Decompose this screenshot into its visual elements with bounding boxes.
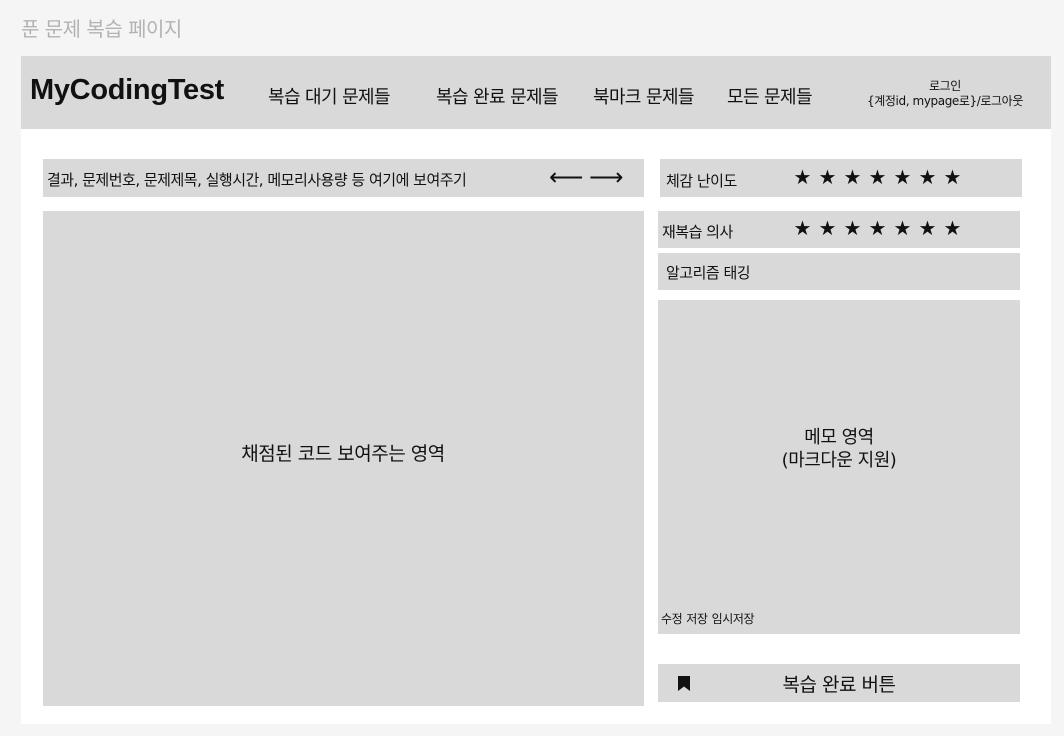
review-complete-button[interactable]: 복습 완료 버튼 xyxy=(658,664,1020,702)
review-complete-label: 복습 완료 버튼 xyxy=(782,674,896,696)
logo[interactable]: MyCodingTest xyxy=(30,74,224,107)
star-icon[interactable]: ★ xyxy=(940,165,965,189)
nav-review-complete[interactable]: 복습 완료 문제들 xyxy=(436,83,559,109)
memo-temp-save-button[interactable]: 임시저장 xyxy=(712,610,755,627)
code-area: 채점된 코드 보여주는 영역 xyxy=(43,211,644,706)
memo-title: 메모 영역 (마크다운 지원) xyxy=(658,426,1020,472)
account-link[interactable]: {계정id, mypage로}/로그아웃 xyxy=(855,94,1035,109)
difficulty-label: 체감 난이도 xyxy=(666,172,737,190)
star-icon[interactable]: ★ xyxy=(790,216,815,240)
login-block: 로그인 {계정id, mypage로}/로그아웃 xyxy=(855,79,1035,109)
memo-title-line2: (마크다운 지원) xyxy=(781,450,897,471)
memo-actions: 수정 저장 임시저장 xyxy=(661,610,755,627)
memo-title-line1: 메모 영역 xyxy=(804,427,874,448)
star-icon[interactable]: ★ xyxy=(840,216,865,240)
star-icon[interactable]: ★ xyxy=(790,165,815,189)
star-icon[interactable]: ★ xyxy=(940,216,965,240)
prev-arrow-icon[interactable]: ⟵ xyxy=(549,163,583,191)
info-bar: 결과, 문제번호, 문제제목, 실행시간, 메모리사용량 등 여기에 보여주기 … xyxy=(43,159,644,197)
difficulty-row: 체감 난이도 ★ ★ ★ ★ ★ ★ ★ xyxy=(660,159,1022,197)
star-icon[interactable]: ★ xyxy=(890,165,915,189)
re-review-label: 재복습 의사 xyxy=(662,223,733,241)
re-review-row: 재복습 의사 ★ ★ ★ ★ ★ ★ ★ xyxy=(658,211,1020,248)
algorithm-tag-row[interactable]: 알고리즘 태깅 xyxy=(658,253,1020,290)
next-arrow-icon[interactable]: ⟶ xyxy=(589,163,623,191)
memo-save-button[interactable]: 저장 xyxy=(686,610,708,627)
info-bar-text: 결과, 문제번호, 문제제목, 실행시간, 메모리사용량 등 여기에 보여주기 xyxy=(47,171,467,189)
star-icon[interactable]: ★ xyxy=(915,165,940,189)
app-frame: MyCodingTest 복습 대기 문제들 복습 완료 문제들 북마크 문제들… xyxy=(21,56,1051,724)
page-label: 푼 문제 복습 페이지 xyxy=(21,17,182,41)
re-review-stars: ★ ★ ★ ★ ★ ★ ★ xyxy=(790,216,965,240)
memo-area[interactable]: 메모 영역 (마크다운 지원) 수정 저장 임시저장 xyxy=(658,300,1020,634)
memo-edit-button[interactable]: 수정 xyxy=(661,610,683,627)
nav-bookmarks[interactable]: 북마크 문제들 xyxy=(593,83,694,109)
header: MyCodingTest 복습 대기 문제들 복습 완료 문제들 북마크 문제들… xyxy=(21,56,1051,129)
star-icon[interactable]: ★ xyxy=(865,216,890,240)
star-icon[interactable]: ★ xyxy=(890,216,915,240)
nav-review-waiting[interactable]: 복습 대기 문제들 xyxy=(268,83,391,109)
login-link[interactable]: 로그인 xyxy=(855,79,1035,94)
star-icon[interactable]: ★ xyxy=(815,165,840,189)
star-icon[interactable]: ★ xyxy=(815,216,840,240)
nav-all-problems[interactable]: 모든 문제들 xyxy=(727,83,813,109)
algorithm-tag-label: 알고리즘 태깅 xyxy=(666,264,751,282)
star-icon[interactable]: ★ xyxy=(915,216,940,240)
code-area-label: 채점된 코드 보여주는 영역 xyxy=(241,443,445,465)
difficulty-stars: ★ ★ ★ ★ ★ ★ ★ xyxy=(790,165,965,189)
star-icon[interactable]: ★ xyxy=(865,165,890,189)
star-icon[interactable]: ★ xyxy=(840,165,865,189)
